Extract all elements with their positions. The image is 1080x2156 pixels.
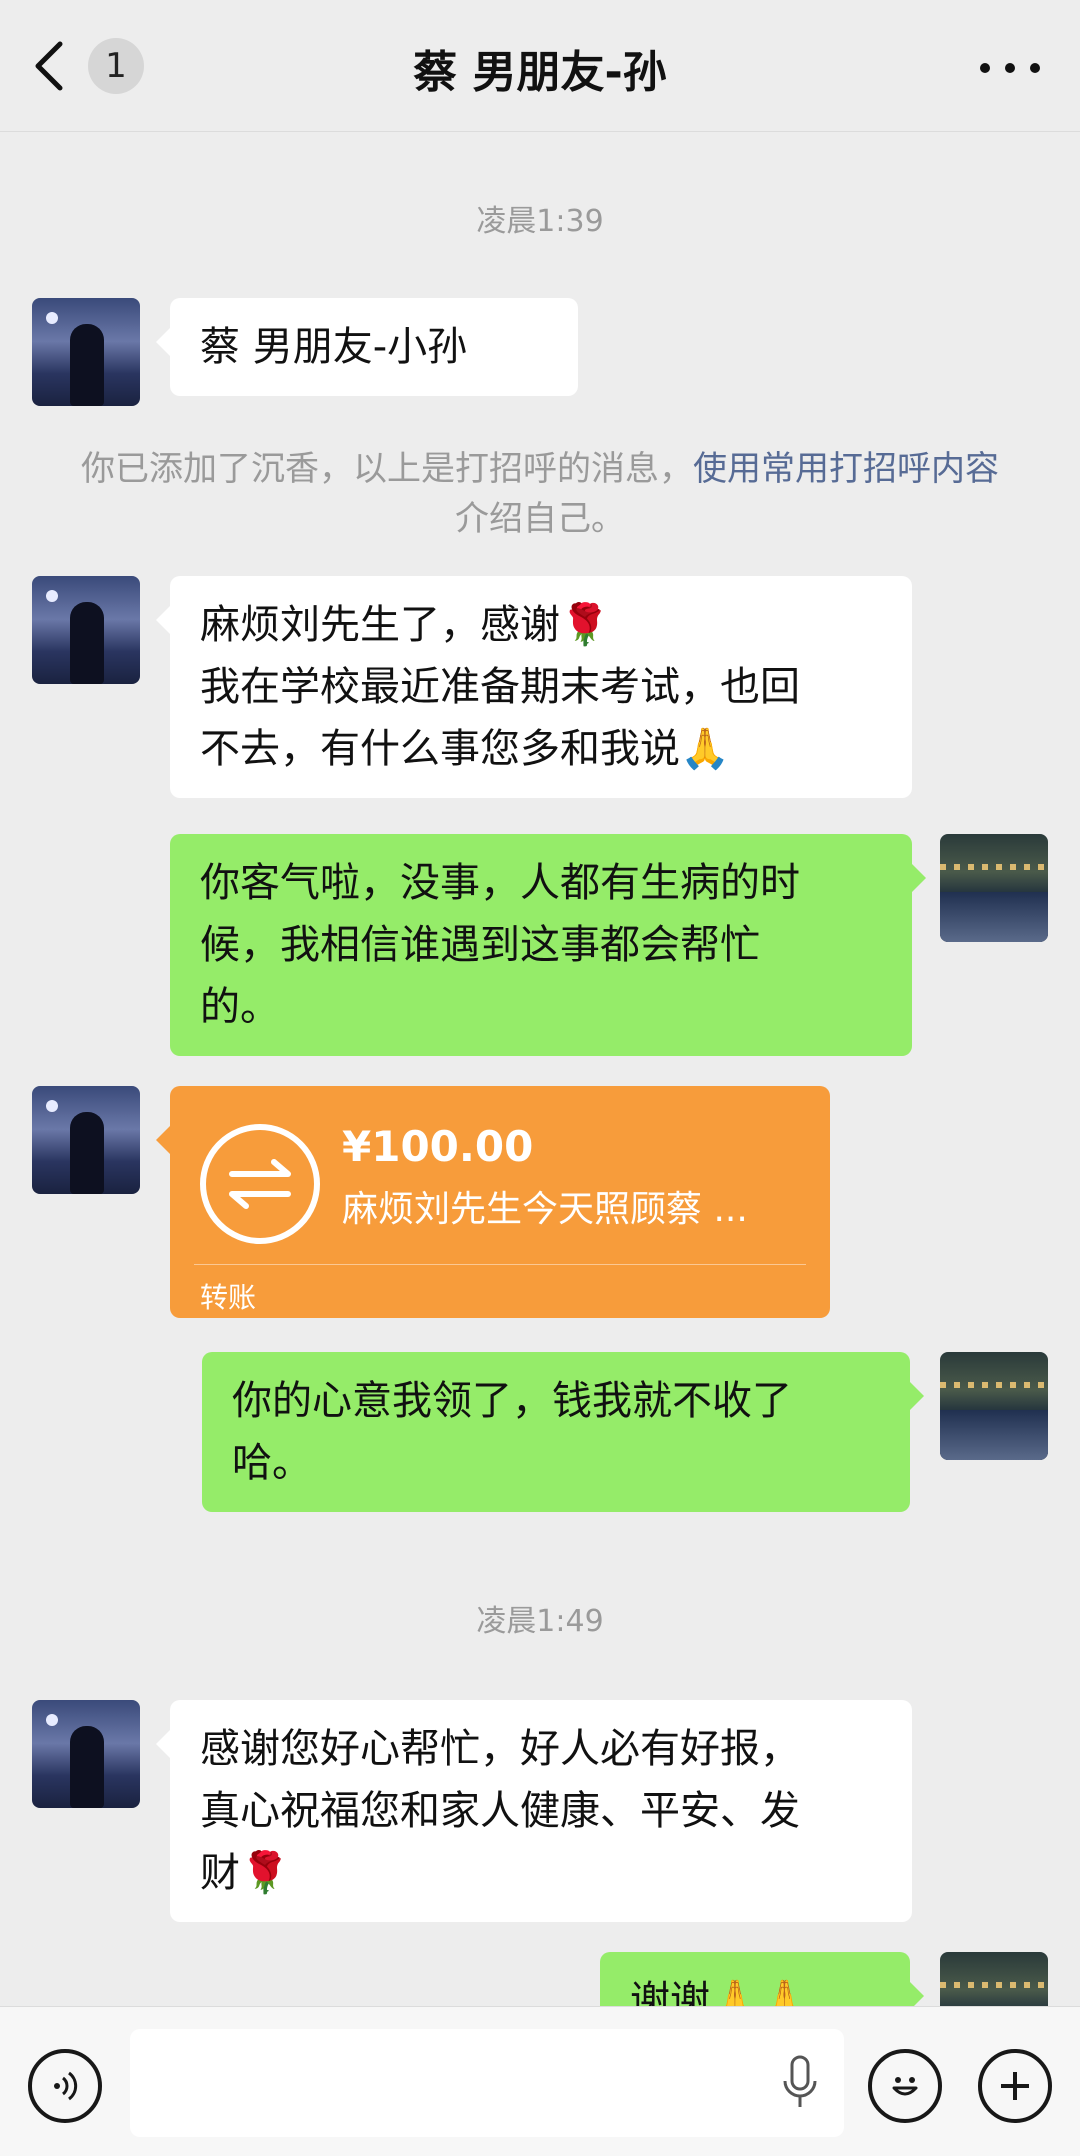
message-text: 感谢您好心帮忙，好人必有好报， (200, 1726, 800, 1772)
message-text: 你的心意我领了，钱我就不收了 (232, 1378, 792, 1424)
outgoing-message[interactable]: 你的心意我领了，钱我就不收了 哈。 (202, 1352, 924, 1512)
message-text: 候，我相信谁遇到这事都会帮忙 (200, 922, 760, 968)
contact-avatar[interactable] (32, 1086, 140, 1194)
transfer-icon (200, 1124, 320, 1244)
incoming-message[interactable]: 蔡 男朋友-小孙 (156, 298, 578, 396)
message-text: 我在学校最近准备期末考试，也回 (200, 664, 800, 710)
my-avatar[interactable] (940, 1352, 1048, 1460)
message-text: 的。 (200, 984, 280, 1030)
timestamp: 凌晨1:39 (476, 204, 604, 239)
more-options-button[interactable] (980, 48, 1040, 88)
divider (194, 1264, 806, 1265)
greeting-template-link[interactable]: 使用常用打招呼内容 (693, 449, 999, 489)
chat-header: 1 蔡 男朋友-孙 (0, 0, 1080, 132)
system-notice-text: 你已添加了沉香，以上是打招呼的消息， (81, 449, 693, 489)
microphone-icon[interactable] (780, 2055, 820, 2111)
dot-icon (1005, 63, 1015, 73)
transfer-amount: ¥100.00 (342, 1122, 534, 1171)
transfer-label: 转账 (200, 1281, 257, 1314)
system-notice-suffix: 介绍自己。 (455, 499, 625, 539)
my-avatar[interactable] (940, 834, 1048, 942)
message-input[interactable] (130, 2029, 844, 2137)
contact-avatar[interactable] (32, 576, 140, 684)
input-bar (0, 2006, 1080, 2156)
chat-title: 蔡 男朋友-孙 (413, 47, 667, 98)
message-text: 蔡 男朋友-小孙 (200, 324, 468, 370)
system-notice: 你已添加了沉香，以上是打招呼的消息，使用常用打招呼内容介绍自己。 (80, 444, 1000, 544)
dot-icon (1030, 63, 1040, 73)
dot-icon (980, 63, 990, 73)
contact-avatar[interactable] (32, 298, 140, 406)
plus-icon[interactable] (978, 2049, 1052, 2123)
incoming-message[interactable]: 感谢您好心帮忙，好人必有好报， 真心祝福您和家人健康、平安、发 财🌹 (156, 1700, 912, 1922)
emoji-icon[interactable] (868, 2049, 942, 2123)
message-text: 不去，有什么事您多和我说🙏 (200, 726, 730, 772)
message-text: 财🌹 (200, 1850, 290, 1896)
outgoing-message[interactable]: 你客气啦，没事，人都有生病的时 候，我相信谁遇到这事都会帮忙 的。 (170, 834, 926, 1056)
message-text: 哈。 (232, 1440, 312, 1486)
message-text: 真心祝福您和家人健康、平安、发 (200, 1788, 800, 1834)
timestamp: 凌晨1:49 (476, 1604, 604, 1639)
transfer-card[interactable]: ¥100.00 麻烦刘先生今天照顾蔡 ... 转账 (156, 1086, 830, 1318)
message-text: 你客气啦，没事，人都有生病的时 (200, 860, 800, 906)
incoming-message[interactable]: 麻烦刘先生了，感谢🌹 我在学校最近准备期末考试，也回 不去，有什么事您多和我说🙏 (156, 576, 912, 798)
voice-icon[interactable] (28, 2049, 102, 2123)
transfer-note: 麻烦刘先生今天照顾蔡 ... (342, 1189, 748, 1230)
contact-avatar[interactable] (32, 1700, 140, 1808)
message-text: 麻烦刘先生了，感谢🌹 (200, 602, 610, 648)
